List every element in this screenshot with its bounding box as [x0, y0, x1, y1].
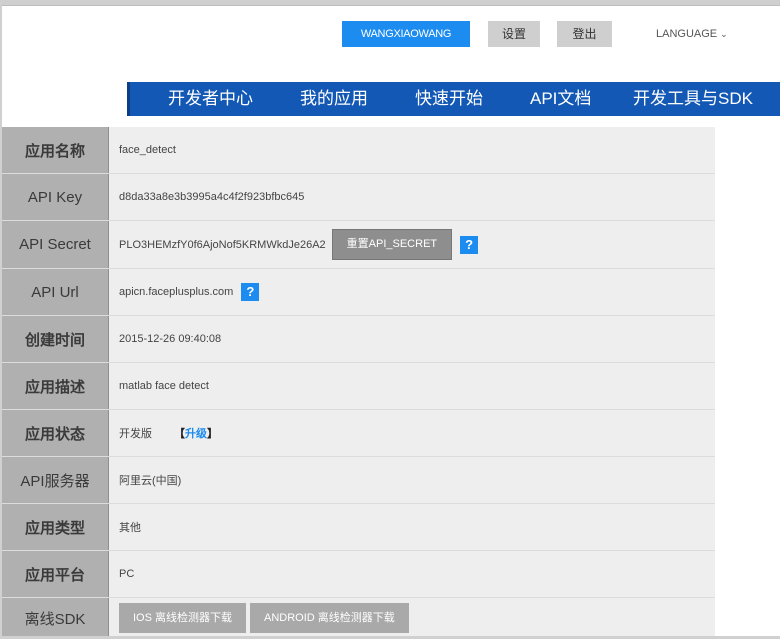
row-value: 阿里云(中国) — [119, 475, 182, 487]
row-app-platform: 应用平台 PC — [2, 551, 715, 598]
row-label: 创建时间 — [2, 316, 109, 362]
row-label: API服务器 — [2, 457, 109, 503]
main-nav: 开发者中心 我的应用 快速开始 API文档 开发工具与SDK — [127, 82, 780, 116]
upgrade-group: 【升级】 — [174, 425, 218, 441]
api-key-value: d8da33a8e3b3995a4c4f2f923bfbc645 — [109, 174, 715, 220]
app-name-value: face_detect — [109, 127, 715, 173]
settings-button[interactable]: 设置 — [488, 21, 540, 47]
row-value: PLO3HEMzfY0f6AjoNof5KRMWkdJe26A2 — [119, 238, 326, 251]
app-type-value: 其他 — [109, 504, 715, 550]
row-label: 应用平台 — [2, 551, 109, 597]
language-label: LANGUAGE — [656, 28, 718, 40]
row-label: 离线SDK — [2, 598, 109, 638]
row-api-server: API服务器 阿里云(中国) — [2, 457, 715, 504]
api-secret-value: PLO3HEMzfY0f6AjoNof5KRMWkdJe26A2 重置API_S… — [109, 221, 715, 268]
row-app-status: 应用状态 开发版 【升级】 — [2, 410, 715, 457]
row-api-secret: API Secret PLO3HEMzfY0f6AjoNof5KRMWkdJe2… — [2, 221, 715, 269]
row-value: PC — [119, 568, 135, 580]
upgrade-link[interactable]: 升级 — [185, 428, 207, 440]
row-value: 2015-12-26 09:40:08 — [119, 333, 222, 345]
row-offline-sdk: 离线SDK IOS 离线检测器下载 ANDROID 离线检测器下载 — [2, 598, 715, 638]
nav-item-api-docs[interactable]: API文档 — [530, 82, 591, 116]
logout-button[interactable]: 登出 — [557, 21, 612, 47]
chevron-down-icon: ⌄ — [720, 29, 728, 39]
row-value: face_detect — [119, 144, 176, 156]
row-label: API Key — [2, 174, 109, 220]
android-sdk-download-button[interactable]: ANDROID 离线检测器下载 — [250, 603, 409, 633]
row-value: apicn.faceplusplus.com — [119, 286, 234, 298]
row-api-url: API Url apicn.faceplusplus.com ? — [2, 269, 715, 316]
row-value: 其他 — [119, 522, 141, 534]
row-value: 开发版 — [119, 428, 152, 440]
nav-item-quick-start[interactable]: 快速开始 — [415, 82, 483, 116]
row-label: 应用状态 — [2, 410, 109, 456]
reset-api-secret-button[interactable]: 重置API_SECRET — [331, 229, 453, 260]
help-icon[interactable]: ? — [241, 283, 260, 301]
row-label: API Secret — [2, 221, 109, 268]
nav-item-my-apps[interactable]: 我的应用 — [300, 82, 368, 116]
bracket-close: 】 — [207, 428, 218, 440]
help-icon[interactable]: ? — [460, 235, 479, 254]
offline-sdk-value: IOS 离线检测器下载 ANDROID 离线检测器下载 — [109, 598, 715, 638]
row-app-name: 应用名称 face_detect — [2, 127, 715, 174]
ios-sdk-download-button[interactable]: IOS 离线检测器下载 — [119, 603, 247, 633]
row-value: d8da33a8e3b3995a4c4f2f923bfbc645 — [119, 191, 305, 203]
row-label: 应用描述 — [2, 363, 109, 409]
window-top-border — [0, 0, 780, 6]
created-time-value: 2015-12-26 09:40:08 — [109, 316, 715, 362]
row-api-key: API Key d8da33a8e3b3995a4c4f2f923bfbc645 — [2, 174, 715, 221]
app-description-value: matlab face detect — [109, 363, 715, 409]
bracket-open: 【 — [174, 428, 185, 440]
language-dropdown[interactable]: LANGUAGE ⌄ — [656, 21, 728, 47]
row-label: 应用名称 — [2, 127, 109, 173]
app-status-value: 开发版 【升级】 — [109, 410, 715, 456]
top-bar: WANGXIAOWANG 设置 登出 LANGUAGE ⌄ — [0, 18, 780, 50]
app-platform-value: PC — [109, 551, 715, 597]
row-app-description: 应用描述 matlab face detect — [2, 363, 715, 410]
row-value: matlab face detect — [119, 380, 209, 392]
row-created-time: 创建时间 2015-12-26 09:40:08 — [2, 316, 715, 363]
row-app-type: 应用类型 其他 — [2, 504, 715, 551]
row-label: API Url — [2, 269, 109, 315]
api-url-value: apicn.faceplusplus.com ? — [109, 269, 715, 315]
nav-item-developer-center[interactable]: 开发者中心 — [168, 82, 253, 116]
nav-item-dev-tools-sdk[interactable]: 开发工具与SDK — [633, 82, 753, 116]
api-server-value: 阿里云(中国) — [109, 457, 715, 503]
row-label: 应用类型 — [2, 504, 109, 550]
username-button[interactable]: WANGXIAOWANG — [342, 21, 470, 47]
